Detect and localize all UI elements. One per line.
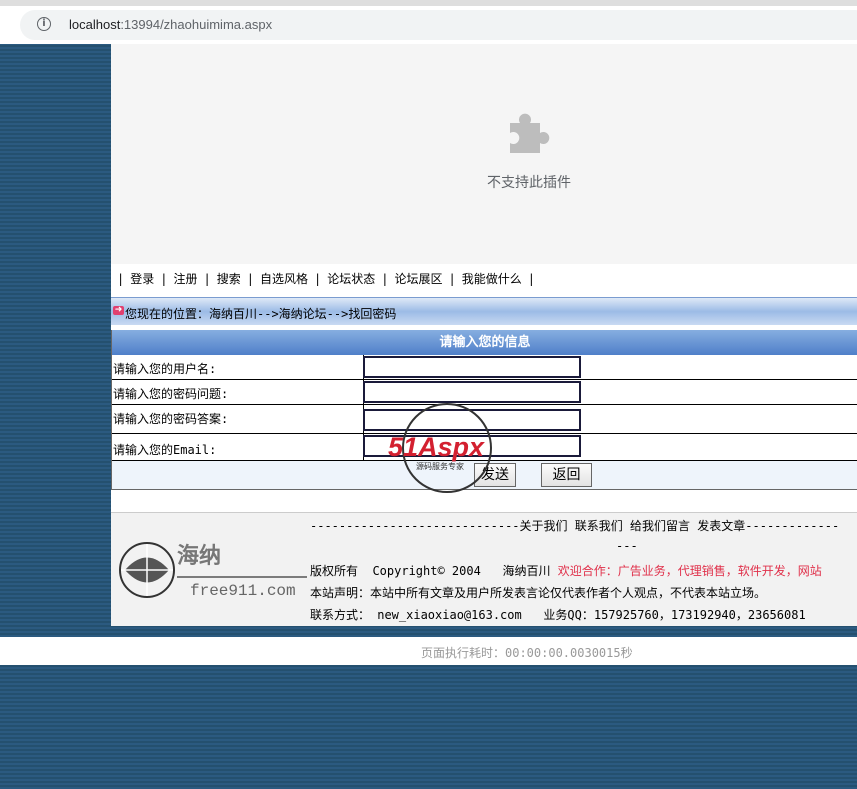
footer-dashes: -----------------------------: [310, 519, 520, 533]
footer-statement: 本站声明：本站中所有文章及用户所发表言论仅代表作者个人观点，不代表本站立场。: [310, 586, 767, 600]
nav-separator: |: [527, 272, 535, 286]
plugin-unsupported-message: 不支持此插件: [487, 175, 571, 191]
footer-link-message[interactable]: 给我们留言: [630, 519, 690, 533]
nav-item-status[interactable]: 论坛状态: [327, 272, 375, 286]
url-host: localhost: [69, 17, 121, 32]
info-icon[interactable]: i: [37, 17, 51, 31]
timing-bar: 页面执行耗时：00:00:00.0030015秒: [0, 637, 857, 665]
arrow-right-icon: ➜: [113, 305, 124, 315]
page-timing: 页面执行耗时：00:00:00.0030015秒: [421, 646, 633, 660]
nav-separator: |: [314, 272, 322, 286]
footer-dashes: -------------: [745, 519, 840, 533]
site-logo: 海纳 free911.com: [119, 542, 307, 600]
logo-domain: free911.com: [190, 582, 296, 600]
nav-item-login[interactable]: 登录: [130, 272, 154, 286]
page-content: 不支持此插件 | 登录 | 注册 | 搜索 | 自选风格 | 论坛状态 | 论坛展区 | 我能做什么 | ➜…: [111, 44, 857, 626]
nav-item-showcase[interactable]: 论坛展区: [394, 272, 442, 286]
form-header: 请输入您的信息: [112, 330, 857, 355]
logo-text: 海纳: [177, 543, 221, 569]
browser-address-bar: i localhost:13994/zhaohuimima.aspx: [0, 0, 857, 44]
nav-separator: |: [246, 272, 254, 286]
welcome-text: 欢迎合作：广告业务，代理销售，软件开发，网站: [557, 564, 822, 578]
url-path: :13994/zhaohuimima.aspx: [120, 17, 273, 32]
breadcrumb-bar: ➜ 您现在的位置：海纳百川-->海纳论坛-->找回密码: [111, 297, 857, 325]
nav-separator: |: [160, 272, 168, 286]
username-input[interactable]: [363, 356, 581, 378]
copyright-text: 版权所有 Copyright© 2004 海纳百川: [310, 564, 551, 578]
footer-contact: 联系方式： new_xiaoxiao@163.com 业务QQ：15792576…: [310, 608, 806, 622]
puzzle-piece-icon: [510, 113, 550, 153]
watermark-brand: 51Aspx: [388, 432, 485, 462]
footer-link-contact[interactable]: 联系我们: [575, 519, 623, 533]
footer-dashes-tail: ---: [616, 539, 638, 553]
back-button[interactable]: 返回: [541, 463, 592, 487]
email-label: 请输入您的Email:: [113, 443, 217, 457]
footer-links: -----------------------------关于我们 联系我们 给…: [310, 517, 839, 534]
nav-item-style[interactable]: 自选风格: [260, 272, 308, 286]
footer-link-about[interactable]: 关于我们: [520, 519, 568, 533]
breadcrumb: 您现在的位置：海纳百川-->海纳论坛-->找回密码: [125, 307, 397, 321]
nav-item-search[interactable]: 搜索: [217, 272, 241, 286]
question-input[interactable]: [363, 381, 581, 403]
footer-copyright: 版权所有 Copyright© 2004 海纳百川 欢迎合作：广告业务，代理销售…: [310, 562, 822, 579]
form-row-username: 请输入您的用户名:: [112, 355, 857, 380]
answer-label: 请输入您的密码答案:: [113, 412, 229, 426]
watermark-logo: 51Aspx 源码服务专家: [388, 403, 492, 493]
footer: 海纳 free911.com -------------------------…: [111, 512, 857, 626]
question-label: 请输入您的密码问题:: [113, 387, 229, 401]
nav-item-help[interactable]: 我能做什么: [462, 272, 522, 286]
top-nav: | 登录 | 注册 | 搜索 | 自选风格 | 论坛状态 | 论坛展区 | 我能做什么 |: [111, 270, 541, 290]
username-label: 请输入您的用户名:: [113, 362, 217, 376]
nav-separator: |: [117, 272, 125, 286]
nav-separator: |: [448, 272, 456, 286]
url-text[interactable]: localhost:13994/zhaohuimima.aspx: [69, 17, 272, 32]
nav-item-register[interactable]: 注册: [173, 272, 197, 286]
footer-link-post[interactable]: 发表文章: [697, 519, 745, 533]
nav-separator: |: [203, 272, 211, 286]
nav-separator: |: [381, 272, 389, 286]
watermark-subtext: 源码服务专家: [416, 461, 464, 471]
browser-tab-strip: [0, 0, 857, 6]
plugin-placeholder: 不支持此插件: [111, 44, 857, 264]
